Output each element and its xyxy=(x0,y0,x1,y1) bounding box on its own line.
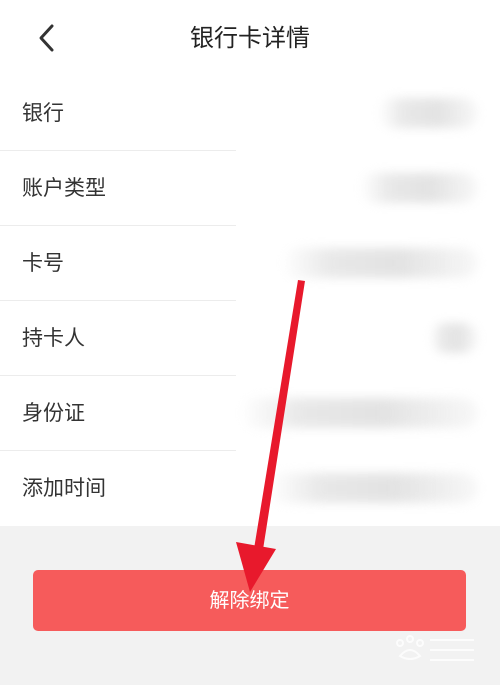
row-label-account-type: 账户类型 xyxy=(22,176,106,200)
row-label-id-card: 身份证 xyxy=(22,401,85,425)
blurred-value xyxy=(378,98,478,128)
row-label-bank: 银行 xyxy=(22,101,64,125)
row-card-holder: 持卡人 xyxy=(0,301,500,376)
row-added-time: 添加时间 xyxy=(0,451,500,526)
blurred-value xyxy=(240,398,478,428)
row-bank: 银行 xyxy=(0,76,500,151)
row-card-number: 卡号 xyxy=(0,226,500,301)
blurred-value xyxy=(360,173,478,203)
blurred-value xyxy=(282,248,478,278)
row-label-added-time: 添加时间 xyxy=(22,476,106,500)
top-bar: 银行卡详情 xyxy=(0,0,500,76)
row-id-card: 身份证 xyxy=(0,376,500,451)
card-detail-list: 银行 账户类型 卡号 持卡人 身份证 添加时间 xyxy=(0,76,500,526)
row-label-card-holder: 持卡人 xyxy=(22,326,85,350)
row-account-type: 账户类型 xyxy=(0,151,500,226)
baidu-jingyan-watermark-icon xyxy=(396,635,474,661)
blurred-value xyxy=(268,473,478,503)
page-title: 银行卡详情 xyxy=(190,24,310,52)
row-label-card-number: 卡号 xyxy=(22,251,64,275)
blurred-value xyxy=(430,323,478,353)
unbind-button[interactable]: 解除绑定 xyxy=(33,570,466,631)
